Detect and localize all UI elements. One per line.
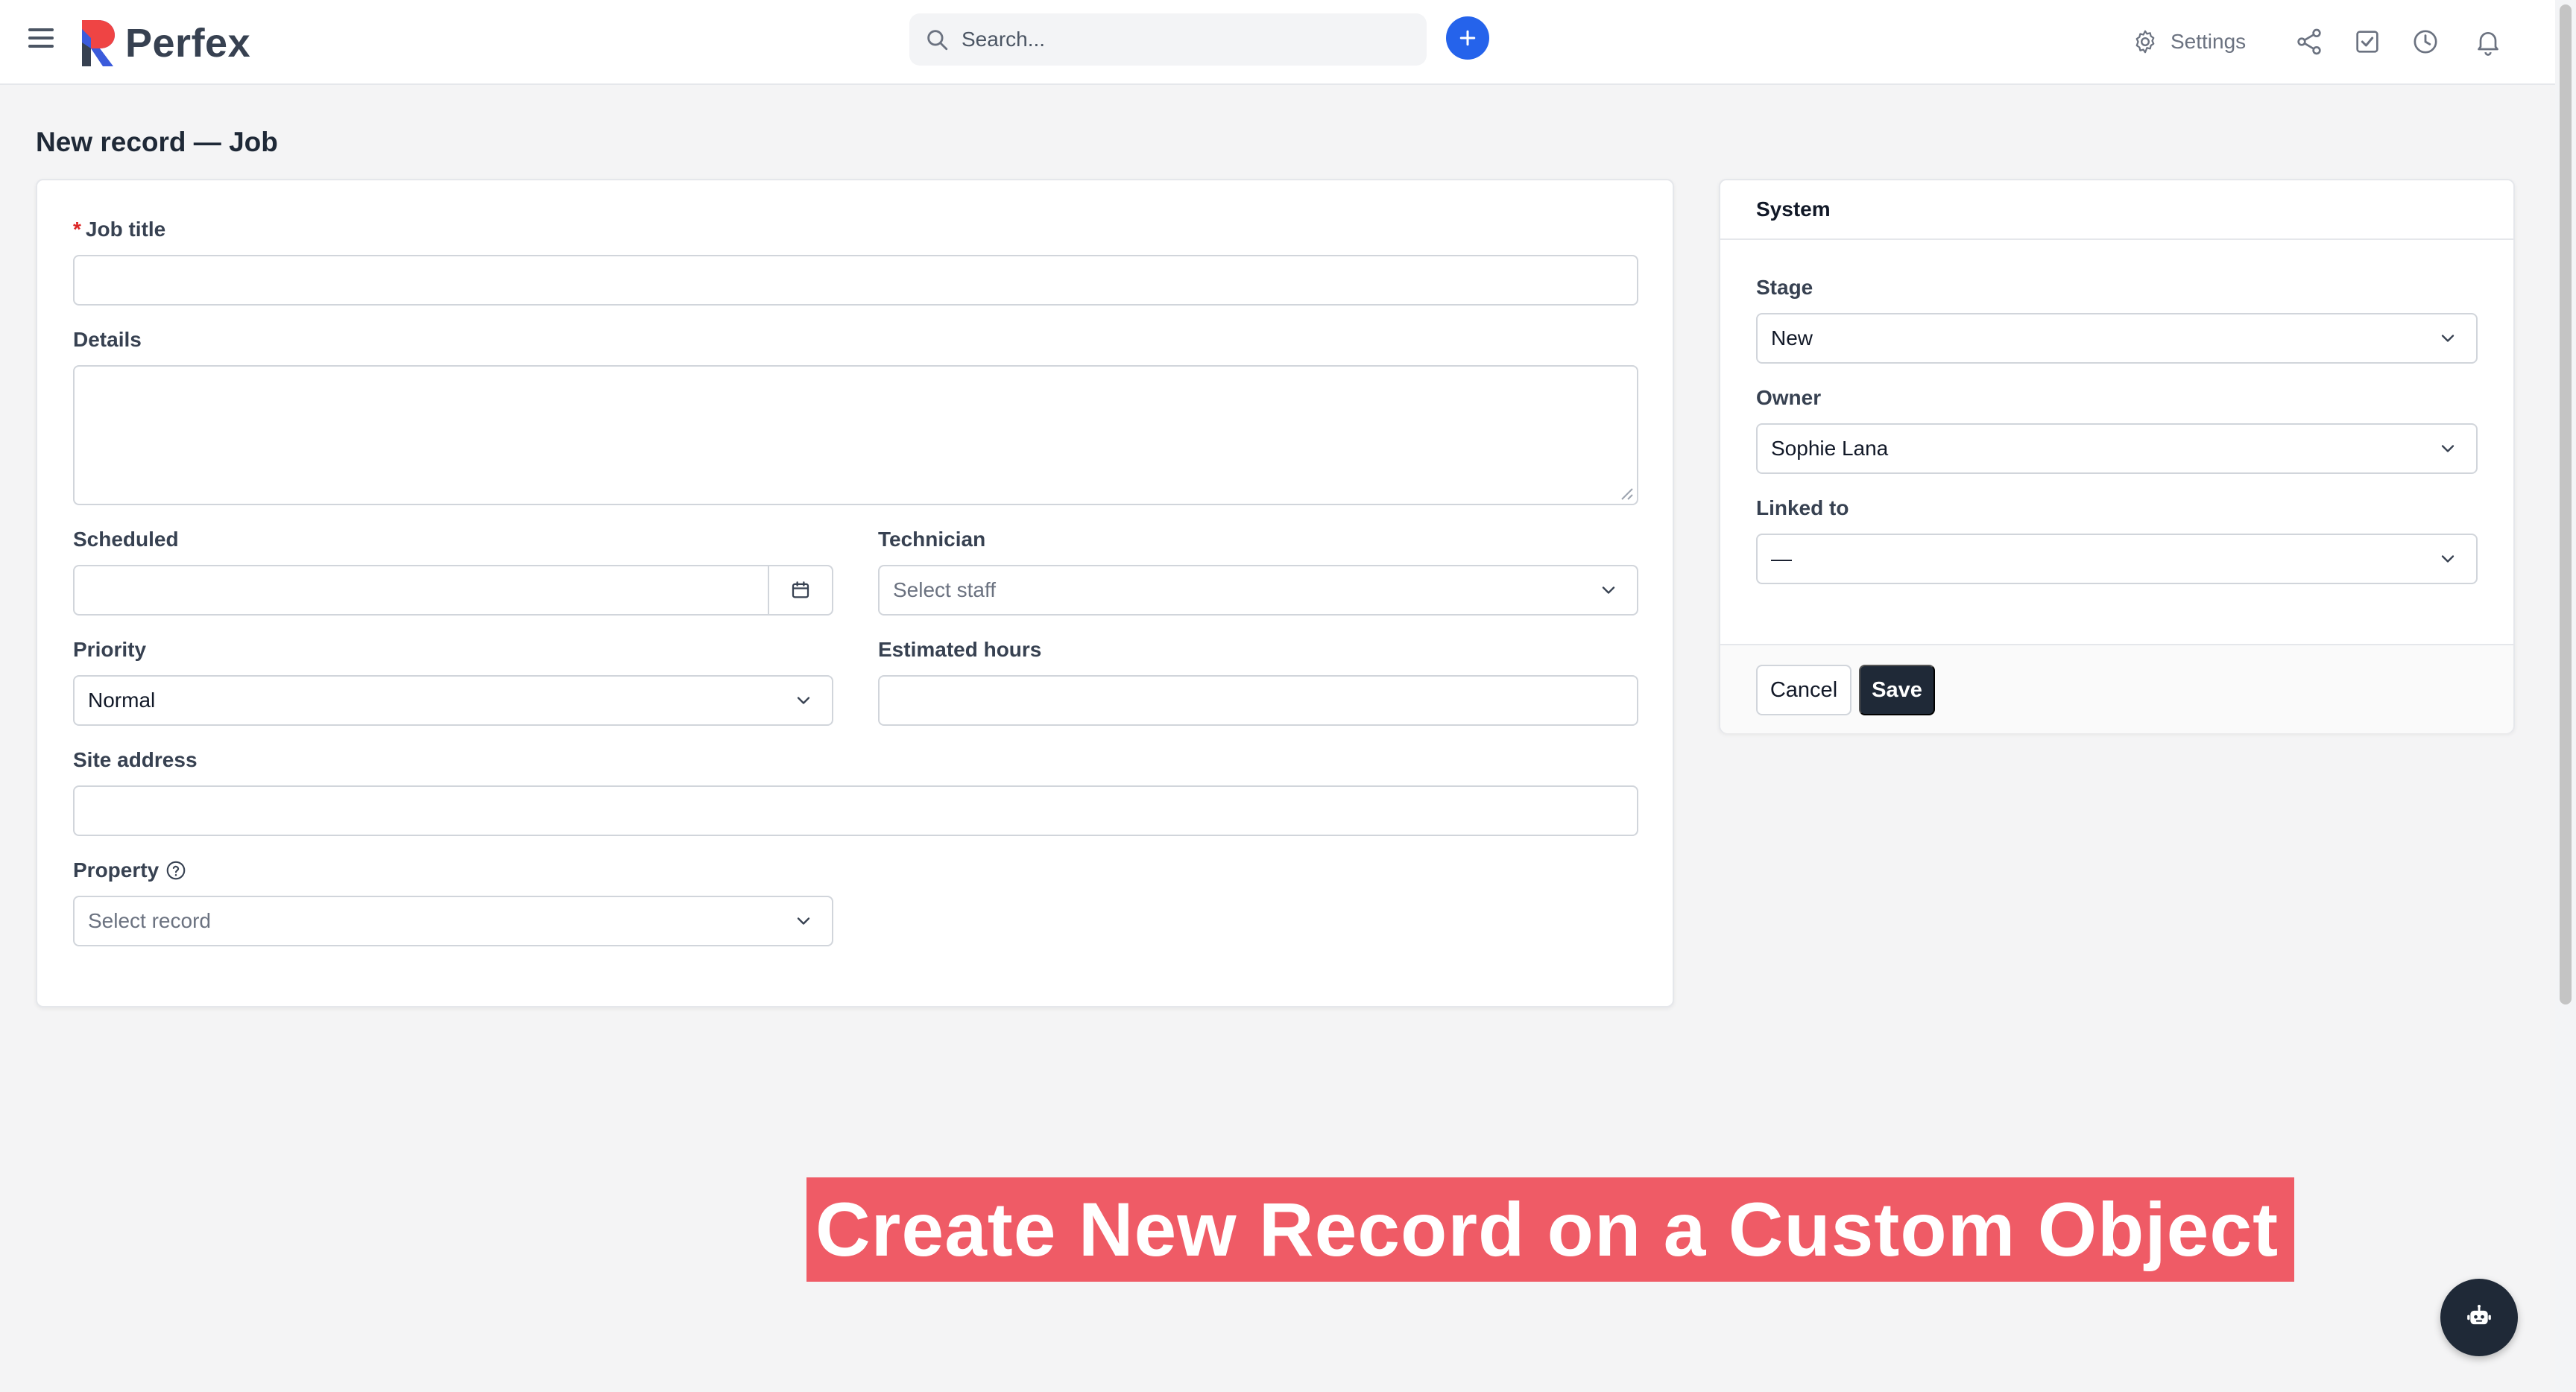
bell-icon[interactable] — [2473, 27, 2503, 57]
caption-banner: Create New Record on a Custom Object — [806, 1177, 2294, 1282]
job-title-label: * Job title — [73, 218, 166, 241]
priority-value: Normal — [88, 689, 156, 712]
stage-value: New — [1771, 326, 1813, 349]
owner-value: Sophie Lana — [1771, 437, 1889, 460]
estimated-hours-label: Estimated hours — [878, 638, 1042, 661]
stage-select[interactable]: New — [1756, 313, 2478, 364]
settings-label: Settings — [2171, 30, 2247, 53]
search-bar[interactable] — [909, 13, 1427, 66]
task-check-icon[interactable] — [2352, 27, 2382, 57]
calendar-icon — [792, 581, 809, 598]
logo-text: Perfex — [125, 21, 251, 66]
technician-select[interactable]: Select staff — [878, 565, 1638, 616]
chat-assistant-button[interactable] — [2440, 1279, 2518, 1356]
clock-icon[interactable] — [2411, 27, 2440, 57]
details-textarea[interactable] — [73, 365, 1638, 505]
share-icon[interactable] — [2294, 27, 2324, 57]
property-label: Property — [73, 858, 187, 882]
details-label: Details — [73, 328, 142, 351]
chevron-down-icon — [2441, 335, 2455, 342]
site-address-label: Site address — [73, 748, 198, 771]
estimated-hours-input[interactable] — [878, 675, 1638, 726]
robot-icon — [2467, 1305, 2491, 1325]
technician-label: Technician — [878, 528, 986, 551]
help-circle-icon[interactable] — [165, 859, 187, 882]
linked-to-label: Linked to — [1756, 496, 1849, 519]
plus-icon — [1459, 30, 1476, 46]
priority-select[interactable]: Normal — [73, 675, 833, 726]
job-title-input[interactable] — [73, 255, 1638, 306]
priority-label: Priority — [73, 638, 147, 661]
property-select[interactable]: Select record — [73, 896, 833, 946]
menu-icon[interactable] — [28, 28, 54, 51]
search-icon — [927, 30, 948, 51]
system-panel-footer: Cancel Save — [1720, 644, 2513, 733]
chevron-down-icon — [797, 697, 810, 704]
linked-to-select[interactable]: — — [1756, 534, 2478, 584]
system-panel: System Stage New Owner Sophie Lana Linke… — [1719, 179, 2515, 733]
property-placeholder: Select record — [88, 909, 211, 932]
top-navbar: Perfex Settings — [0, 0, 2555, 85]
save-button[interactable]: Save — [1859, 665, 1935, 715]
logo-icon — [82, 20, 115, 66]
scheduled-date-input[interactable] — [73, 565, 833, 616]
logo[interactable]: Perfex — [79, 16, 250, 70]
record-form-card: * Job title Details Scheduled Technician … — [36, 179, 1674, 1007]
site-address-input[interactable] — [73, 785, 1638, 836]
owner-select[interactable]: Sophie Lana — [1756, 423, 2478, 474]
chevron-down-icon — [2441, 445, 2455, 452]
gear-icon — [2135, 30, 2155, 54]
cancel-button[interactable]: Cancel — [1756, 665, 1852, 715]
owner-label: Owner — [1756, 386, 1822, 409]
page-title: New record — Job — [36, 127, 278, 157]
calendar-button[interactable] — [768, 566, 832, 614]
chevron-down-icon — [2441, 555, 2455, 563]
chevron-down-icon — [797, 917, 810, 925]
quick-add-button[interactable] — [1446, 16, 1489, 60]
system-panel-title: System — [1720, 180, 2513, 240]
chevron-down-icon — [1602, 586, 1615, 594]
scheduled-label: Scheduled — [73, 528, 179, 551]
required-marker: * — [73, 218, 81, 241]
settings-button[interactable]: Settings — [2132, 24, 2246, 60]
stage-label: Stage — [1756, 276, 1813, 299]
resize-handle-icon[interactable] — [1619, 486, 1634, 501]
technician-placeholder: Select staff — [893, 578, 997, 601]
scrollbar-thumb[interactable] — [2560, 4, 2572, 1005]
search-input[interactable] — [962, 28, 1409, 51]
linked-to-value: — — [1771, 547, 1792, 570]
page-scrollbar[interactable] — [2555, 0, 2576, 1392]
